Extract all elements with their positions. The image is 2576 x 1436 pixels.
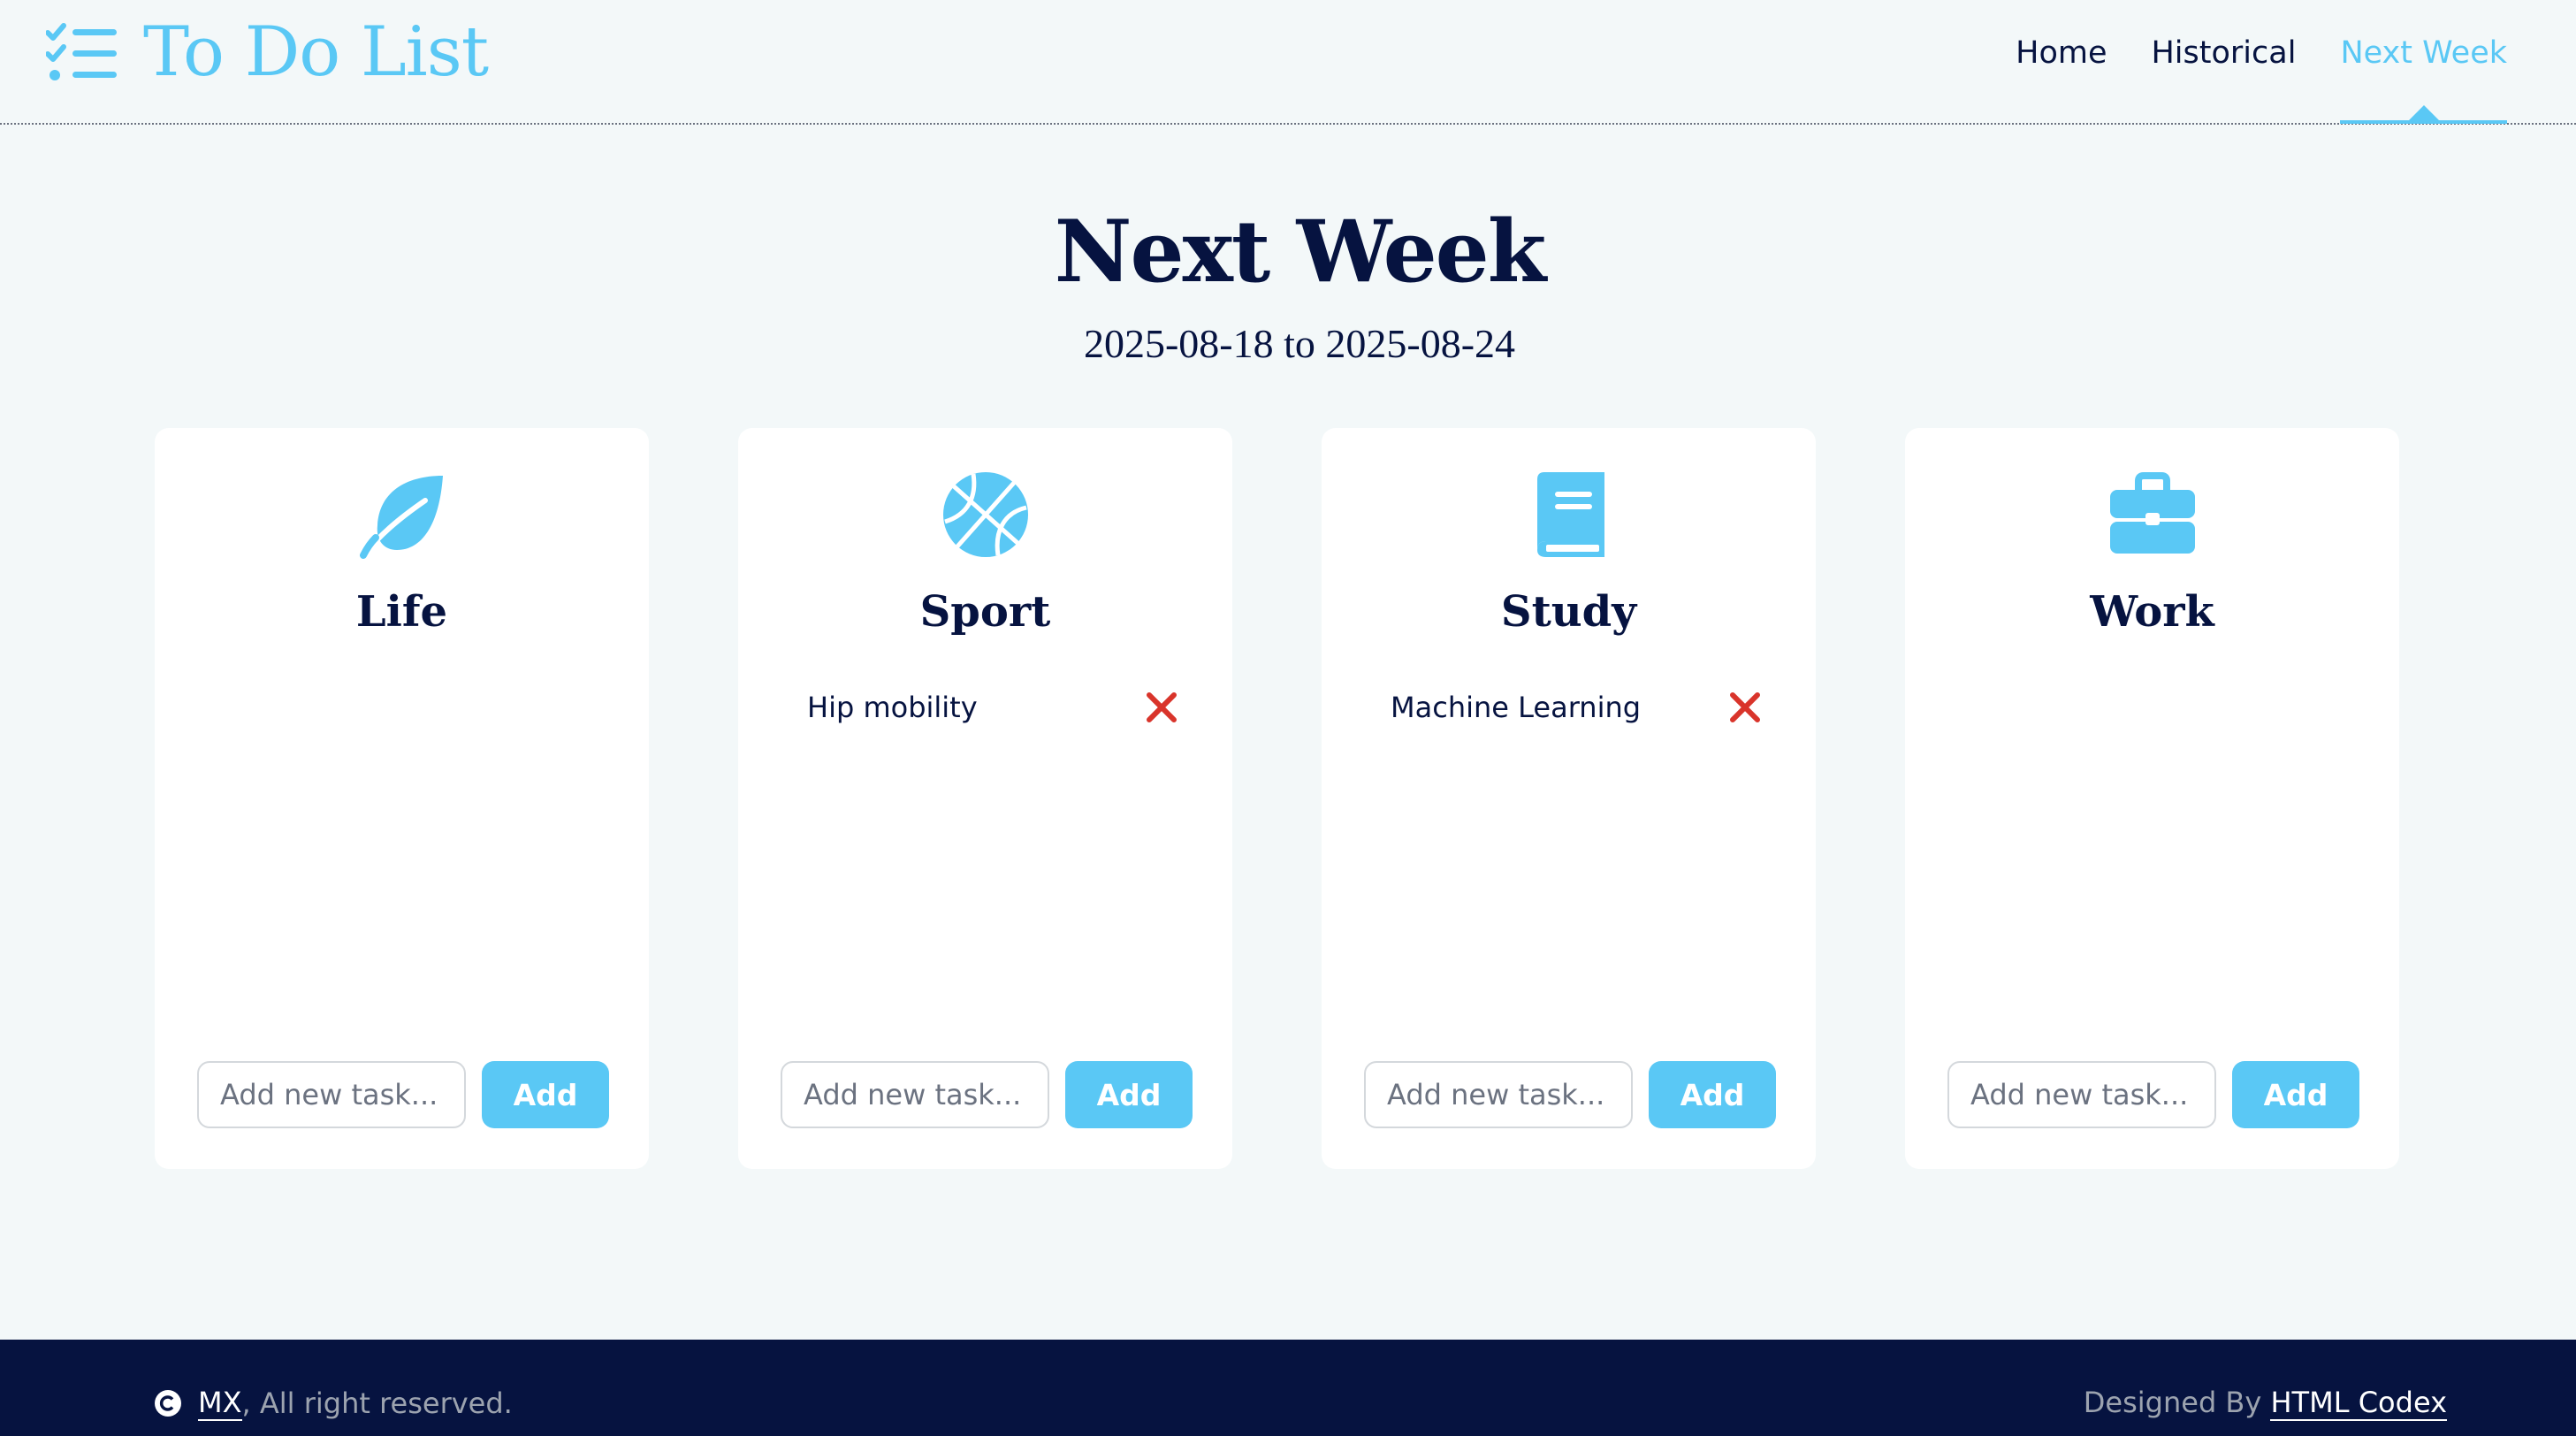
designed-by-label: Designed By <box>2083 1386 2271 1419</box>
leaf-icon <box>360 476 443 559</box>
add-task-button[interactable]: Add <box>2232 1061 2359 1128</box>
task-text: Machine Learning <box>1391 691 1642 724</box>
main-nav: Home Historical Next Week <box>1971 35 2507 124</box>
category-card-work: Work Add <box>1905 428 2399 1169</box>
page-title: Next Week <box>1054 202 1546 302</box>
card-title: Sport <box>919 587 1051 637</box>
list-check-icon <box>46 23 117 80</box>
book-icon <box>1537 472 1604 557</box>
add-task-button[interactable]: Add <box>1065 1061 1193 1128</box>
brand[interactable]: To Do List <box>46 12 489 92</box>
copyright-icon <box>155 1390 181 1417</box>
category-card-life: Life Add <box>155 428 649 1169</box>
new-task-input[interactable] <box>1947 1061 2216 1128</box>
rights-text: , All right reserved. <box>241 1386 513 1420</box>
task-item: Hip mobility <box>807 681 1179 734</box>
task-text: Hip mobility <box>807 691 978 724</box>
category-card-study: Study Machine Learning Add <box>1322 428 1816 1169</box>
briefcase-icon <box>2110 472 2195 554</box>
delete-task-icon[interactable] <box>1727 690 1763 725</box>
card-title: Life <box>355 587 448 637</box>
owner-link[interactable]: MX <box>198 1386 242 1421</box>
add-task-button[interactable]: Add <box>482 1061 609 1128</box>
copyright: MX , All right reserved. <box>154 1386 513 1421</box>
date-range: 2025-08-18 to 2025-08-24 <box>1083 321 1516 366</box>
brand-title: To Do List <box>143 12 489 92</box>
basketball-icon <box>943 472 1028 557</box>
add-task-button[interactable]: Add <box>1649 1061 1776 1128</box>
card-title: Work <box>2090 587 2214 637</box>
site-header: To Do List Home Historical Next Week <box>0 0 2576 125</box>
nav-next-week[interactable]: Next Week <box>2340 35 2507 124</box>
category-card-sport: Sport Hip mobility Add <box>738 428 1232 1169</box>
nav-historical[interactable]: Historical <box>2151 35 2296 124</box>
delete-task-icon[interactable] <box>1144 690 1179 725</box>
designer-link[interactable]: HTML Codex <box>2270 1386 2447 1421</box>
new-task-input[interactable] <box>1364 1061 1633 1128</box>
site-footer: MX , All right reserved. Designed By HTM… <box>0 1340 2576 1436</box>
new-task-input[interactable] <box>781 1061 1049 1128</box>
card-title: Study <box>1500 587 1637 637</box>
task-item: Machine Learning <box>1391 681 1763 734</box>
new-task-input[interactable] <box>197 1061 466 1128</box>
nav-home[interactable]: Home <box>2016 35 2107 124</box>
designed-by: Designed By HTML Codex <box>2083 1386 2447 1421</box>
